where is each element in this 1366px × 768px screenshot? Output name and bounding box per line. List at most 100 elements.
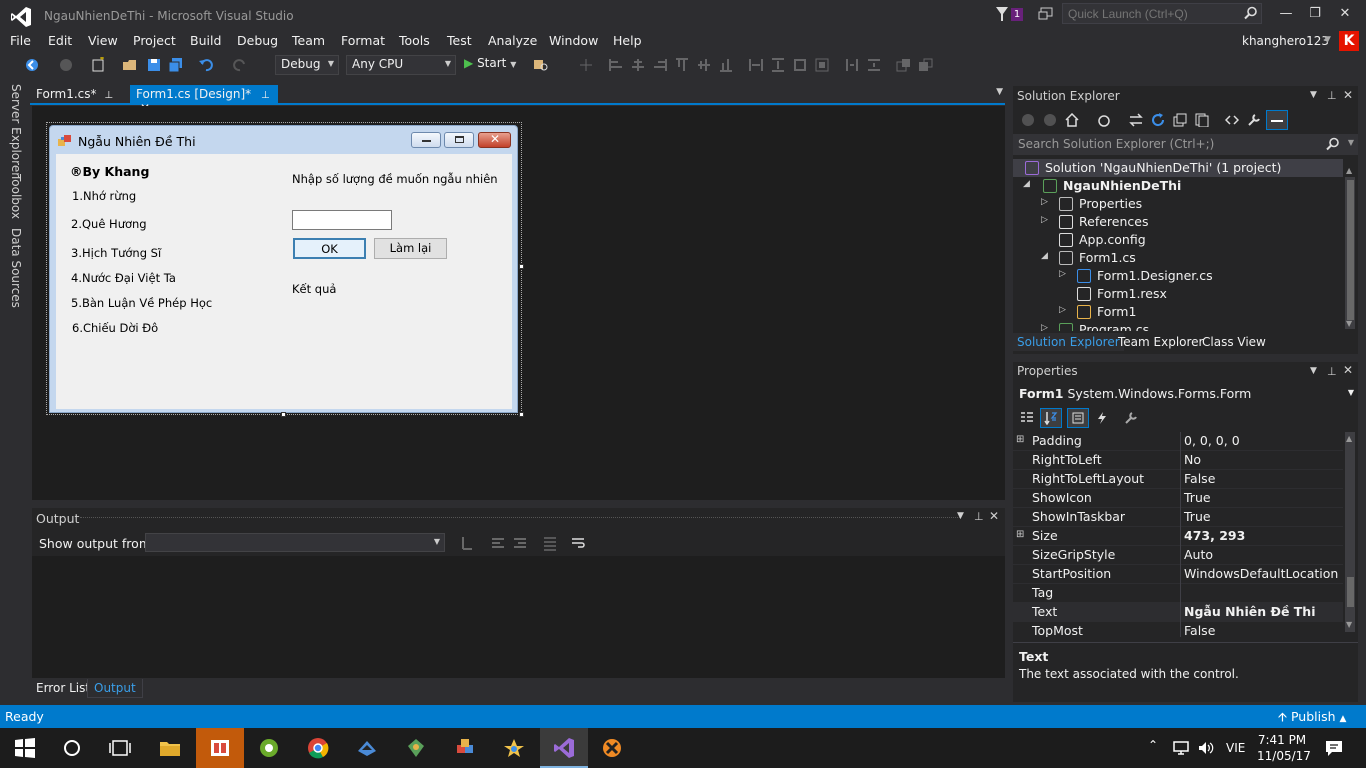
tree-item[interactable]: ▷ Form1 — [1013, 303, 1343, 321]
next-message-icon[interactable] — [512, 535, 528, 551]
app-icon-7[interactable] — [453, 737, 477, 759]
menu-test[interactable]: Test — [447, 33, 472, 48]
count-textbox[interactable] — [292, 210, 392, 230]
notification-count-badge[interactable]: 1 — [1011, 8, 1023, 21]
property-value[interactable]: True — [1184, 490, 1211, 505]
previous-message-icon[interactable] — [490, 535, 506, 551]
menu-view[interactable]: View — [88, 33, 118, 48]
search-cortana-icon[interactable] — [60, 737, 84, 759]
property-row[interactable]: TopMost False — [1013, 622, 1343, 637]
find-in-files-icon[interactable] — [533, 57, 549, 73]
save-all-icon[interactable] — [168, 57, 184, 73]
avatar[interactable]: K — [1339, 31, 1359, 51]
clear-all-icon[interactable] — [542, 535, 558, 551]
menu-file[interactable]: File — [10, 33, 31, 48]
configuration-select[interactable]: Debug ▼ — [275, 55, 339, 75]
property-pages-wrench-icon[interactable] — [1124, 411, 1138, 425]
result-label[interactable]: Kết quả — [292, 282, 336, 296]
form-minimize-button[interactable] — [411, 132, 441, 148]
menu-tools[interactable]: Tools — [399, 33, 430, 48]
item-label-3[interactable]: 3.Hịch Tướng Sĩ — [71, 246, 161, 260]
item-label-2[interactable]: 2.Quê Hương — [71, 217, 147, 231]
property-row[interactable]: RightToLeft No — [1013, 451, 1343, 470]
categorized-icon[interactable] — [1020, 411, 1034, 425]
alphabetical-button[interactable] — [1040, 408, 1062, 428]
scroll-down-icon[interactable]: ▼ — [1346, 319, 1352, 328]
collapse-all-icon[interactable] — [1173, 113, 1187, 127]
user-caret-icon[interactable]: ▼ — [1324, 35, 1331, 45]
property-value[interactable]: Ngẫu Nhiên Đề Thi — [1184, 604, 1315, 619]
property-row[interactable]: Tag — [1013, 584, 1343, 603]
align-tops-icon[interactable] — [674, 57, 690, 73]
property-row[interactable]: ⊞ Padding 0, 0, 0, 0 — [1013, 432, 1343, 451]
redo-icon[interactable] — [232, 57, 248, 73]
tree-item[interactable]: ▷ Program.cs — [1013, 321, 1343, 331]
minimize-window-button[interactable]: — — [1276, 6, 1296, 24]
expand-arrow-icon[interactable]: ▷ — [1059, 305, 1066, 315]
collapse-arrow-icon[interactable]: ◢ — [1041, 251, 1048, 261]
collapse-arrow-icon[interactable]: ◢ — [1023, 179, 1030, 189]
tab-error-list[interactable]: Error List — [36, 681, 90, 695]
tab-solution-explorer[interactable]: Solution Explorer — [1013, 333, 1124, 351]
property-row[interactable]: ShowInTaskbar True — [1013, 508, 1343, 527]
events-lightning-icon[interactable] — [1095, 411, 1109, 425]
form-close-button[interactable]: ✕ — [478, 132, 511, 148]
system-clock[interactable]: 7:41 PM 11/05/17 — [1257, 732, 1311, 764]
windows-start-icon[interactable] — [13, 737, 37, 759]
network-icon[interactable] — [1172, 740, 1190, 756]
property-row[interactable]: ⊞ Size 473, 293 — [1013, 527, 1343, 546]
forward-icon[interactable] — [1043, 113, 1057, 127]
expand-arrow-icon[interactable]: ▷ — [1041, 197, 1048, 207]
expand-arrow-icon[interactable]: ▷ — [1059, 269, 1066, 279]
pin-icon[interactable]: ⊥ — [1327, 89, 1337, 102]
reset-button[interactable]: Làm lại — [374, 238, 447, 259]
expand-arrow-icon[interactable]: ▷ — [1041, 323, 1048, 331]
tree-item[interactable]: App.config — [1013, 231, 1343, 249]
align-lefts-icon[interactable] — [608, 57, 624, 73]
horizontal-spacing-icon[interactable] — [844, 57, 860, 73]
file-explorer-icon[interactable] — [158, 737, 182, 759]
menu-edit[interactable]: Edit — [48, 33, 72, 48]
properties-scroll-thumb[interactable] — [1347, 577, 1354, 607]
resize-handle-bottom[interactable] — [281, 412, 286, 417]
action-center-icon[interactable] — [1324, 739, 1344, 757]
sync-with-document-icon[interactable] — [1129, 113, 1143, 127]
item-label-4[interactable]: 4.Nước Đại Việt Ta — [71, 271, 176, 285]
unikey-icon[interactable] — [208, 737, 232, 759]
app-icon-6[interactable] — [404, 737, 428, 759]
tab-form1-cs[interactable]: Form1.cs* ⊥ — [30, 85, 130, 105]
ok-button[interactable]: OK — [293, 238, 366, 259]
align-bottoms-icon[interactable] — [718, 57, 734, 73]
menu-window[interactable]: Window — [549, 33, 598, 48]
property-value[interactable]: Auto — [1184, 547, 1213, 562]
publish-button[interactable]: 🡩 Publish ▲ — [1278, 708, 1346, 729]
task-view-icon[interactable] — [108, 737, 132, 759]
property-value[interactable]: WindowsDefaultLocation — [1184, 566, 1338, 581]
scroll-up-icon[interactable]: ▲ — [1346, 434, 1352, 443]
panel-menu-icon[interactable]: ▼ — [1310, 366, 1317, 376]
expand-arrow-icon[interactable]: ▷ — [1041, 215, 1048, 225]
make-same-width-icon[interactable] — [748, 57, 764, 73]
preview-selected-items-button[interactable] — [1266, 110, 1288, 130]
tree-item[interactable]: ▷ Properties — [1013, 195, 1343, 213]
align-rights-icon[interactable] — [652, 57, 668, 73]
app-icon-8[interactable] — [502, 737, 526, 759]
property-value[interactable]: False — [1184, 471, 1215, 486]
property-value[interactable]: True — [1184, 509, 1211, 524]
item-label-6[interactable]: 6.Chiếu Dời Đô — [72, 321, 158, 335]
close-window-button[interactable]: ✕ — [1335, 6, 1355, 24]
feedback-icon[interactable] — [1038, 6, 1054, 22]
platform-select[interactable]: Any CPU ▼ — [346, 55, 456, 75]
designed-form[interactable]: Ngẫu Nhiên Đề Thi ✕ ®By Khang 1.Nhớ rừng… — [49, 125, 518, 413]
author-label[interactable]: ®By Khang — [70, 164, 149, 179]
coccoc-browser-icon[interactable] — [257, 737, 281, 759]
find-message-icon[interactable] — [460, 535, 476, 551]
property-row[interactable]: RightToLeftLayout False — [1013, 470, 1343, 489]
tree-item[interactable]: ▷ Form1.Designer.cs — [1013, 267, 1343, 285]
close-panel-icon[interactable]: ✕ — [1343, 88, 1353, 102]
panel-menu-icon[interactable]: ▼ — [1310, 90, 1317, 100]
tree-item[interactable]: ◢ Form1.cs — [1013, 249, 1343, 267]
close-panel-icon[interactable]: ✕ — [989, 509, 999, 523]
property-value[interactable]: 473, 293 — [1184, 528, 1245, 543]
resize-handle-corner[interactable] — [519, 412, 524, 417]
